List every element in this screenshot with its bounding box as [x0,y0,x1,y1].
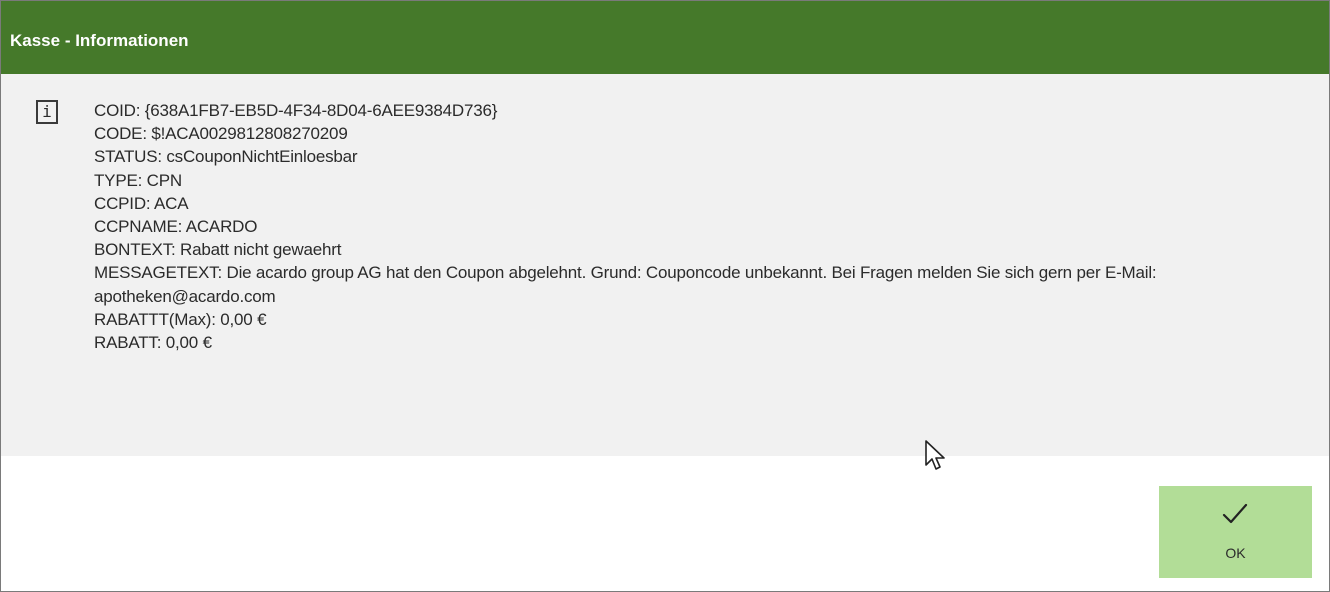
dialog-titlebar: Kasse - Informationen [1,1,1329,74]
code-line: CODE: $!ACA0029812808270209 [94,124,348,144]
ccpid-line: CCPID: ACA [94,193,189,213]
message-text: COID: {638A1FB7-EB5D-4F34-8D04-6AEE9384D… [94,99,1319,354]
status-line: STATUS: csCouponNichtEinloesbar [94,147,358,167]
mouse-pointer-icon [925,440,945,470]
ok-button[interactable]: OK [1159,486,1312,578]
rabatt-max-line: RABATTT(Max): 0,00 € [94,309,267,329]
info-dialog: Kasse - Informationen i COID: {638A1FB7-… [0,0,1330,592]
dialog-title: Kasse - Informationen [10,31,189,50]
rabatt-line: RABATT: 0,00 € [94,333,212,353]
bontext-line: BONTEXT: Rabatt nicht gewaehrt [94,240,342,260]
ccpname-line: CCPNAME: ACARDO [94,217,258,237]
info-icon: i [36,100,58,124]
messagetext-line: MESSAGETEXT: Die acardo group AG hat den… [94,263,1157,306]
ok-button-label: OK [1225,545,1246,561]
dialog-footer: OK [1,456,1329,591]
coid-line: COID: {638A1FB7-EB5D-4F34-8D04-6AEE9384D… [94,101,498,120]
message-area: i COID: {638A1FB7-EB5D-4F34-8D04-6AEE938… [1,74,1329,456]
checkmark-icon [1222,503,1248,524]
type-line: TYPE: CPN [94,170,182,190]
